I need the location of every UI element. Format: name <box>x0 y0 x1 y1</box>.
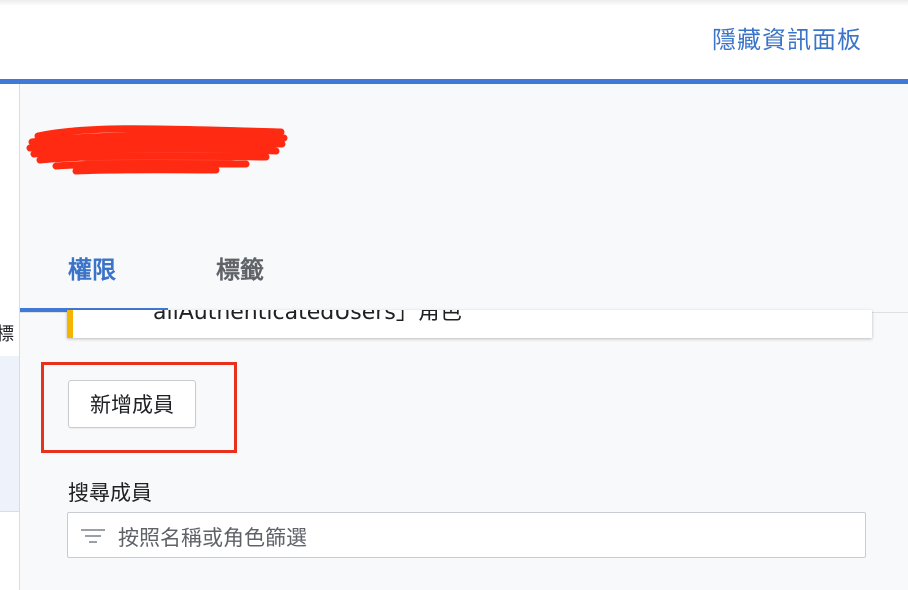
panel-tabs: 權限 標籤 <box>20 236 908 313</box>
member-filter-input[interactable]: 按照名稱或角色篩選 <box>67 512 866 558</box>
tab-permissions[interactable]: 權限 <box>68 250 116 285</box>
left-table-edge: 標 <box>0 84 20 590</box>
cut-off-column-label: 標 <box>0 324 14 345</box>
filter-placeholder: 按照名稱或角色篩選 <box>118 526 307 550</box>
row-divider <box>0 511 19 512</box>
hide-info-panel-link[interactable]: 隱藏資訊面板 <box>712 20 862 55</box>
info-panel: 權限 標籤 allAuthenticatedUsers」角色 新增成員 搜尋成員… <box>20 84 908 590</box>
top-shadow <box>0 0 908 6</box>
panel-header: 權限 標籤 <box>20 84 908 313</box>
top-bar: 隱藏資訊面板 <box>0 0 908 80</box>
panel-title-area <box>26 124 290 178</box>
search-members-label: 搜尋成員 <box>68 481 152 505</box>
info-notice-card: allAuthenticatedUsers」角色 <box>67 310 872 338</box>
notice-text: allAuthenticatedUsers」角色 <box>153 310 462 325</box>
add-member-button[interactable]: 新增成員 <box>68 380 196 428</box>
redaction-scribble <box>26 125 288 175</box>
tab-labels[interactable]: 標籤 <box>216 250 264 285</box>
selected-row[interactable] <box>0 356 19 512</box>
filter-list-icon <box>80 526 106 546</box>
